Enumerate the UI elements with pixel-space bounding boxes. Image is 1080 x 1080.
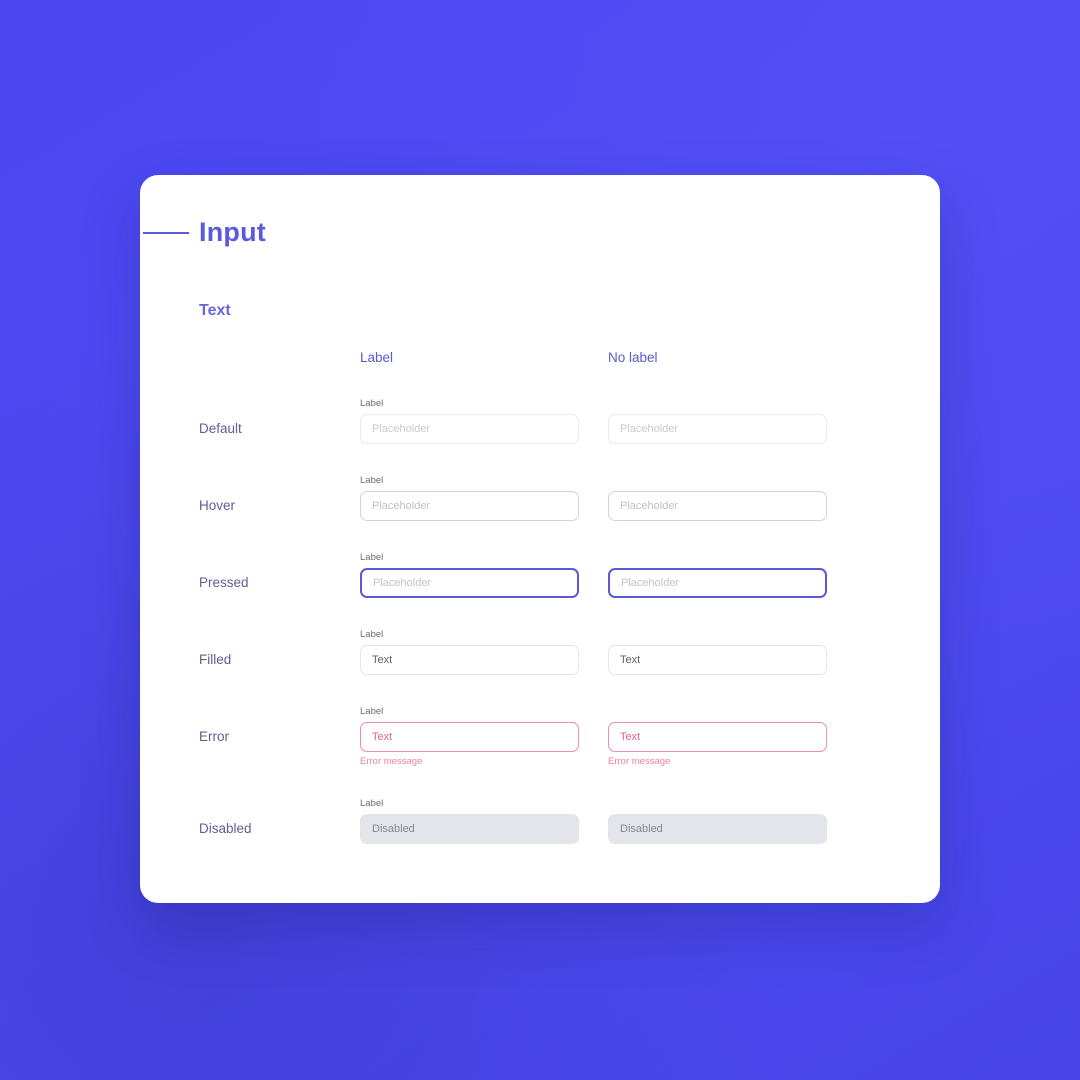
field-default-labeled: Label Placeholder [360,398,579,444]
error-message-text: Error message [360,756,423,767]
row-label-hover: Hover [199,498,236,513]
input-filled-labeled[interactable]: Text [360,645,579,675]
field-disabled-unlabeled: Disabled [608,798,827,844]
field-error-unlabeled: Text Error message [608,706,827,768]
column-header-label: Label [360,350,394,365]
input-hover-labeled[interactable]: Placeholder [360,491,579,521]
row-label-error: Error [199,729,229,744]
field-filled-labeled: Label Text [360,629,579,675]
field-pressed-unlabeled: Placeholder [608,552,827,598]
input-hover-unlabeled[interactable]: Placeholder [608,491,827,521]
error-message-text: Error message [608,756,671,767]
page-title: Input [199,217,266,247]
input-default-unlabeled[interactable]: Placeholder [608,414,827,444]
input-showcase-card [140,175,940,903]
field-label: Label [360,475,384,486]
input-filled-unlabeled[interactable]: Text [608,645,827,675]
input-error-unlabeled[interactable]: Text [608,722,827,752]
section-title-text: Text [199,302,231,319]
field-default-unlabeled: Placeholder [608,398,827,444]
field-label: Label [360,398,384,409]
input-default-labeled[interactable]: Placeholder [360,414,579,444]
row-label-pressed: Pressed [199,575,249,590]
field-label: Label [360,706,384,717]
field-label: Label [360,798,384,809]
field-label: Label [360,552,384,563]
input-disabled-unlabeled: Disabled [608,814,827,844]
input-error-labeled[interactable]: Text [360,722,579,752]
row-label-filled: Filled [199,652,232,667]
field-filled-unlabeled: Text [608,629,827,675]
field-hover-labeled: Label Placeholder [360,475,579,521]
field-label: Label [360,629,384,640]
input-disabled-labeled: Disabled [360,814,579,844]
title-rule-decoration [143,232,189,234]
field-hover-unlabeled: Placeholder [608,475,827,521]
column-header-no-label: No label [608,350,658,365]
row-label-disabled: Disabled [199,821,252,836]
input-pressed-unlabeled[interactable]: Placeholder [608,568,827,598]
row-label-default: Default [199,421,242,436]
field-disabled-labeled: Label Disabled [360,798,579,844]
input-pressed-labeled[interactable]: Placeholder [360,568,579,598]
field-pressed-labeled: Label Placeholder [360,552,579,598]
field-error-labeled: Label Text Error message [360,706,579,768]
